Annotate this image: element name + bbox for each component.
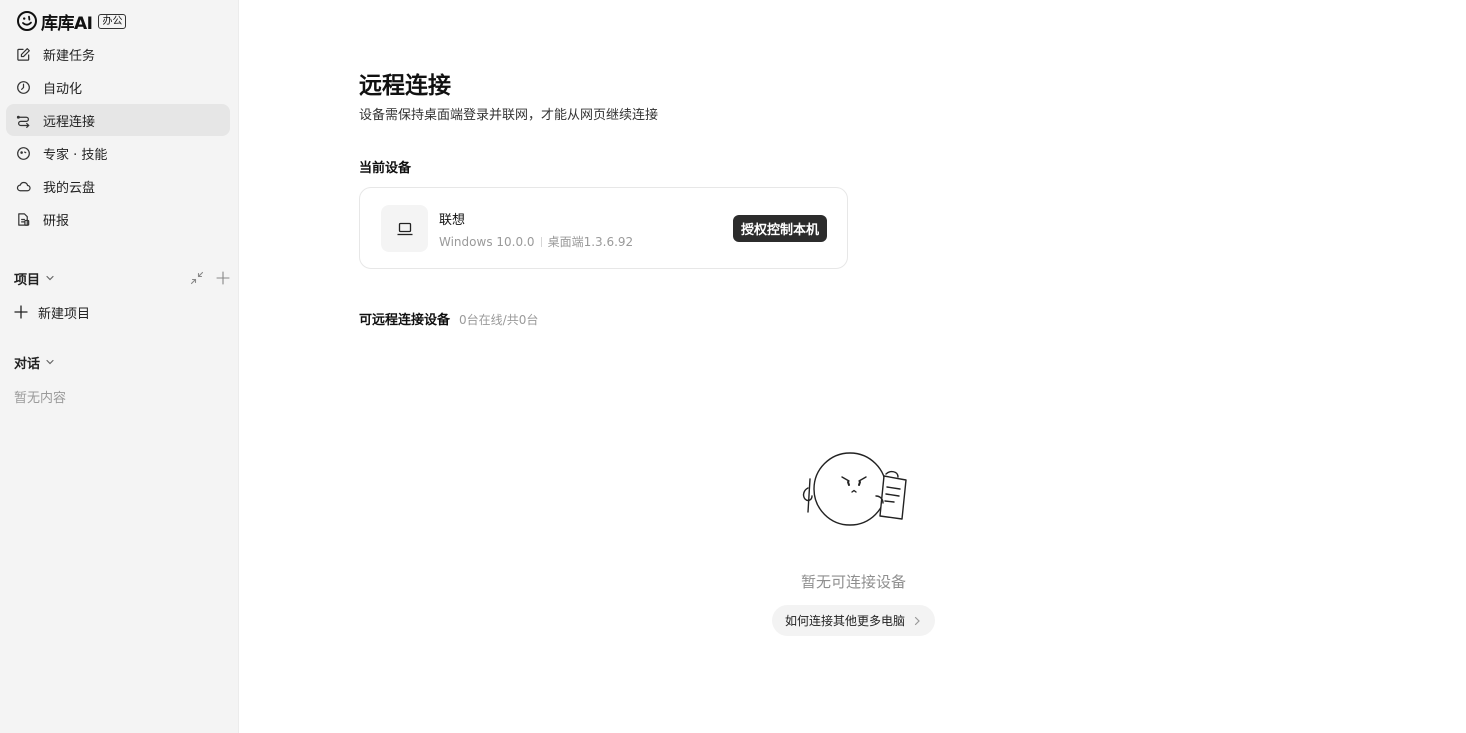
- chevron-down-icon: [46, 275, 54, 281]
- sidebar-item-automation[interactable]: 自动化: [6, 71, 230, 103]
- app-badge: 办公: [98, 13, 127, 29]
- remote-icon: [16, 115, 30, 128]
- device-meta: Windows 10.0.0 桌面端1.3.6.92: [439, 233, 633, 250]
- sidebar-item-new-task[interactable]: 新建任务: [6, 38, 230, 70]
- meta-divider: [540, 236, 542, 247]
- authorize-control-button[interactable]: 授权控制本机: [732, 215, 827, 242]
- conversations-empty: 暂无内容: [14, 391, 67, 406]
- current-device-card: 联想 Windows 10.0.0 桌面端1.3.6.92 授权控制本机: [359, 187, 848, 269]
- conversations-title: 对话: [14, 356, 41, 372]
- laptop-icon: [397, 222, 412, 235]
- sidebar-item-label: 专家 · 技能: [43, 147, 108, 163]
- chevron-down-icon: [46, 359, 54, 365]
- sidebar: 库库AI 办公 新建任务 自动化 远程连接 专家 · 技能 我的云盘 研报 项目…: [0, 0, 239, 733]
- page-title: 远程连接: [359, 73, 451, 99]
- sidebar-nav: 新建任务 自动化 远程连接 专家 · 技能 我的云盘 研报: [6, 38, 230, 236]
- how-to-connect-button[interactable]: 如何连接其他更多电脑: [772, 605, 935, 636]
- new-project-button[interactable]: 新建项目: [14, 302, 90, 322]
- sidebar-item-expert-skills[interactable]: 专家 · 技能: [6, 137, 230, 169]
- projects-section-header[interactable]: 项目: [14, 268, 230, 288]
- sidebar-item-remote[interactable]: 远程连接: [6, 104, 230, 136]
- remote-devices-count: 0台在线/共0台: [459, 313, 539, 327]
- page-subtitle: 设备需保持桌面端登录并联网，才能从网页继续连接: [359, 108, 659, 123]
- app-logo[interactable]: 库库AI 办公: [16, 10, 127, 34]
- conversations-section-header[interactable]: 对话: [14, 352, 230, 372]
- remote-devices-empty: 暂无可连接设备: [800, 573, 906, 591]
- device-client-version: 桌面端1.3.6.92: [547, 235, 634, 249]
- chevron-right-icon: [914, 616, 920, 625]
- empty-state-illustration: [802, 452, 907, 526]
- device-os: Windows 10.0.0: [439, 234, 535, 249]
- help-button-label: 如何连接其他更多电脑: [784, 614, 905, 628]
- main-content: 远程连接 设备需保持桌面端登录并联网，才能从网页继续连接 当前设备 联想 Win…: [359, 0, 1359, 733]
- remote-devices-title: 可远程连接设备: [359, 313, 451, 328]
- expert-icon: [17, 146, 30, 160]
- projects-title: 项目: [14, 272, 41, 288]
- sidebar-item-label: 研报: [43, 213, 70, 229]
- device-name: 联想: [439, 213, 466, 228]
- device-icon-box: [381, 205, 428, 252]
- app-name: 库库AI: [41, 13, 93, 34]
- projects-tools: [190, 271, 230, 285]
- plus-icon: [14, 305, 28, 319]
- edit-icon: [17, 47, 30, 61]
- current-device-heading: 当前设备: [359, 161, 412, 176]
- cloud-icon: [16, 181, 31, 191]
- report-icon: [18, 212, 30, 226]
- sidebar-item-label: 远程连接: [43, 114, 96, 130]
- sidebar-item-label: 自动化: [43, 81, 83, 97]
- sidebar-item-label: 我的云盘: [43, 180, 96, 196]
- smiley-logo-icon: [17, 11, 37, 31]
- sidebar-item-cloud-drive[interactable]: 我的云盘: [6, 170, 230, 202]
- new-project-label: 新建项目: [38, 306, 91, 322]
- remote-devices-heading: 可远程连接设备 0台在线/共0台: [359, 309, 538, 328]
- add-project-icon[interactable]: [216, 271, 230, 285]
- sidebar-item-label: 新建任务: [43, 48, 96, 64]
- clock-icon: [17, 80, 30, 94]
- collapse-icon[interactable]: [190, 271, 204, 285]
- sidebar-item-reports[interactable]: 研报: [6, 203, 230, 235]
